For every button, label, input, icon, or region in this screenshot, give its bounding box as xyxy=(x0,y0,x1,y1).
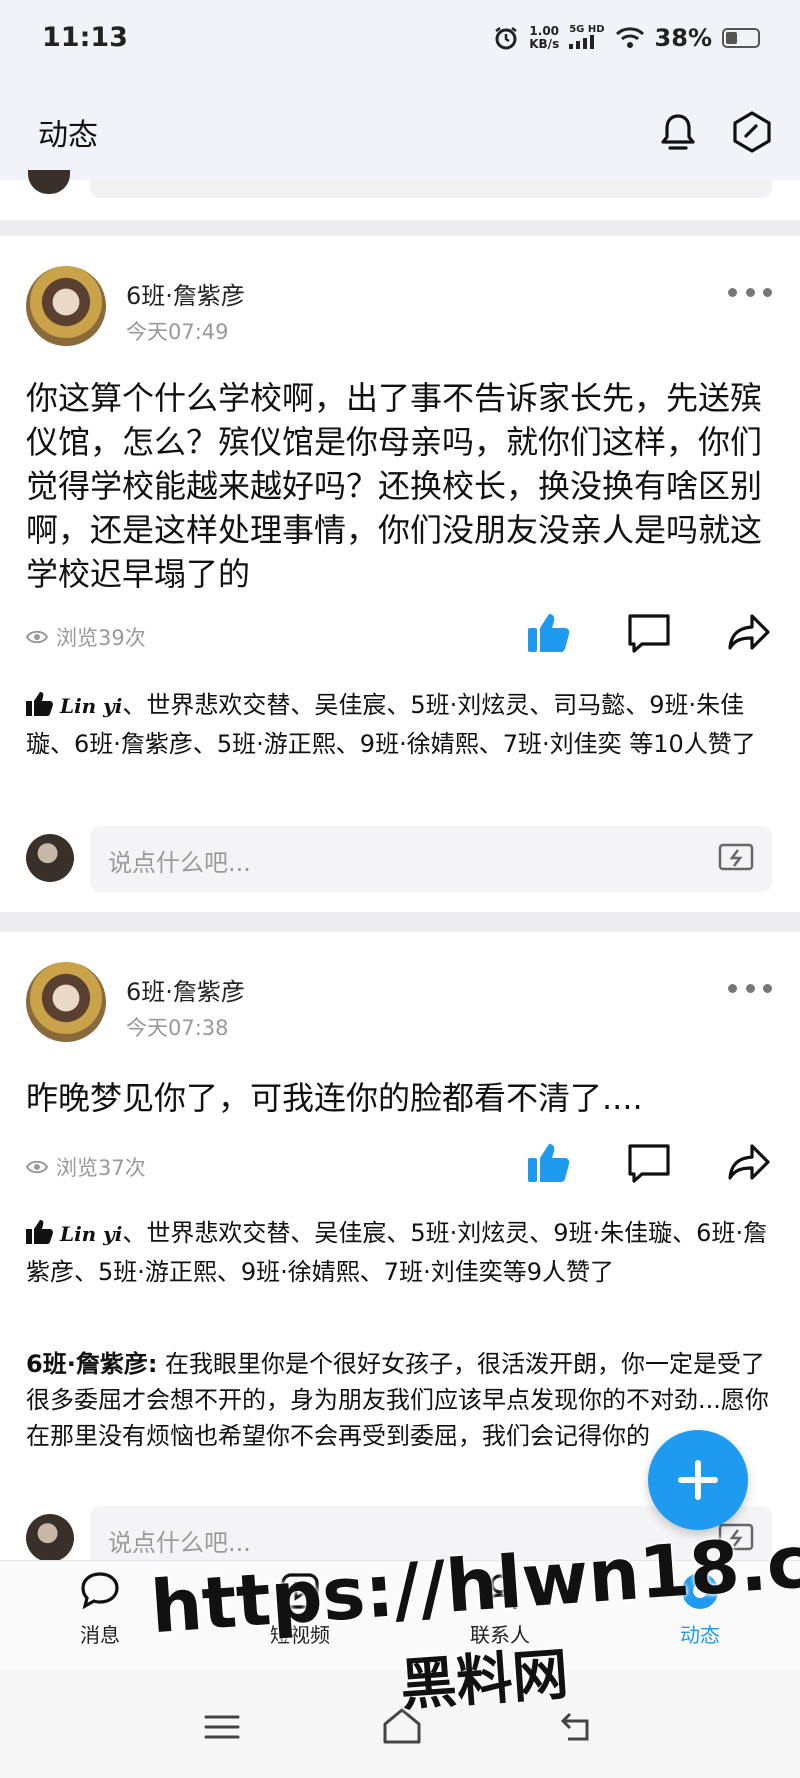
thumb-up-icon xyxy=(26,1220,53,1244)
status-time: 11:13 xyxy=(42,22,128,53)
comment-item: 6班·詹紫彦: 在我眼里你是个很好女孩子，很活泼开朗，你一定是受了很多委屈才会想… xyxy=(26,1346,774,1454)
post-author[interactable]: 6班·詹紫彦 xyxy=(126,972,245,1007)
more-options-icon[interactable] xyxy=(728,984,772,996)
post-card: 6班·詹紫彦 今天07:49 你这算个什么学校啊，出了事不告诉家长先，先送殡仪馆… xyxy=(0,236,800,912)
comment-placeholder: 说点什么吧... xyxy=(108,1529,251,1557)
alarm-icon xyxy=(495,27,517,50)
post-content: 昨晚梦见你了，可我连你的脸都看不清了.... xyxy=(26,1079,643,1117)
likes-text: 、世界悲欢交替、吴佳宸、5班·刘炫灵、9班·朱佳璇、6班·詹紫彦、5班·游正熙、… xyxy=(26,1219,768,1286)
net-speed: 1.00 KB/s xyxy=(529,24,560,51)
comment-placeholder: 说点什么吧... xyxy=(108,849,251,877)
avatar[interactable] xyxy=(26,962,106,1042)
eye-icon xyxy=(26,630,48,644)
likes-text: 、世界悲欢交替、吴佳宸、5班·刘炫灵、司马懿、9班·朱佳璇、6班·詹紫彦、5班·… xyxy=(26,691,756,758)
thumb-up-icon xyxy=(26,692,53,716)
status-bar: 11:13 1.00 KB/s 5G HD 38% xyxy=(0,0,800,88)
comment-icon[interactable] xyxy=(626,1140,672,1186)
likes-list: Lin yi、世界悲欢交替、吴佳宸、5班·刘炫灵、9班·朱佳璇、6班·詹紫彦、5… xyxy=(26,1214,776,1291)
avatar[interactable] xyxy=(26,266,106,346)
my-avatar xyxy=(26,834,74,882)
wifi-icon xyxy=(615,27,644,48)
status-icons: 1.00 KB/s 5G HD 38% xyxy=(493,24,760,52)
likes-list: Lin yi、世界悲欢交替、吴佳宸、5班·刘炫灵、司马懿、9班·朱佳璇、6班·詹… xyxy=(26,686,776,763)
more-options-icon[interactable] xyxy=(728,288,772,300)
like-icon[interactable] xyxy=(526,1140,572,1186)
menu-icon[interactable] xyxy=(202,1712,242,1742)
comment-author[interactable]: 6班·詹紫彦: xyxy=(26,1350,157,1378)
comment-input[interactable]: 说点什么吧... xyxy=(90,826,772,892)
eye-icon xyxy=(26,1160,48,1174)
emoji-sticker-icon[interactable] xyxy=(718,842,754,874)
view-count: 浏览37次 xyxy=(26,1152,146,1182)
add-post-button[interactable] xyxy=(648,1430,748,1530)
my-avatar xyxy=(26,1514,74,1562)
view-count: 浏览39次 xyxy=(26,622,146,652)
liker-script-name[interactable]: Lin yi xyxy=(60,694,122,718)
post-time: 今天07:49 xyxy=(126,320,229,344)
post-time: 今天07:38 xyxy=(126,1016,229,1040)
like-icon[interactable] xyxy=(526,610,572,656)
chat-bubble-icon xyxy=(81,1572,119,1610)
tab-messages[interactable]: 消息 xyxy=(45,1569,155,1648)
liker-script-name[interactable]: Lin yi xyxy=(60,1222,122,1246)
battery-fill xyxy=(726,32,737,44)
battery-percent: 38% xyxy=(654,24,712,52)
previous-post-tail xyxy=(0,170,800,220)
comment-icon[interactable] xyxy=(626,610,672,656)
comment-box-tail[interactable] xyxy=(90,180,772,198)
network-indicator: 5G HD xyxy=(569,24,605,52)
cell-signal-icon xyxy=(569,35,595,49)
share-icon[interactable] xyxy=(726,610,772,656)
back-icon[interactable] xyxy=(558,1708,598,1744)
post-content: 你这算个什么学校啊，出了事不告诉家长先，先送殡仪馆，怎么？殡仪馆是你母亲吗，就你… xyxy=(26,379,763,593)
app-header: 动态 xyxy=(0,88,800,180)
settings-hexagon-icon[interactable] xyxy=(730,110,774,154)
post-author[interactable]: 6班·詹紫彦 xyxy=(126,276,245,311)
bell-icon[interactable] xyxy=(656,110,700,154)
page-title: 动态 xyxy=(38,118,98,153)
avatar xyxy=(28,170,70,194)
watermark-text: 黑料网 xyxy=(398,1642,571,1719)
share-icon[interactable] xyxy=(726,1140,772,1186)
battery-icon xyxy=(722,28,760,48)
